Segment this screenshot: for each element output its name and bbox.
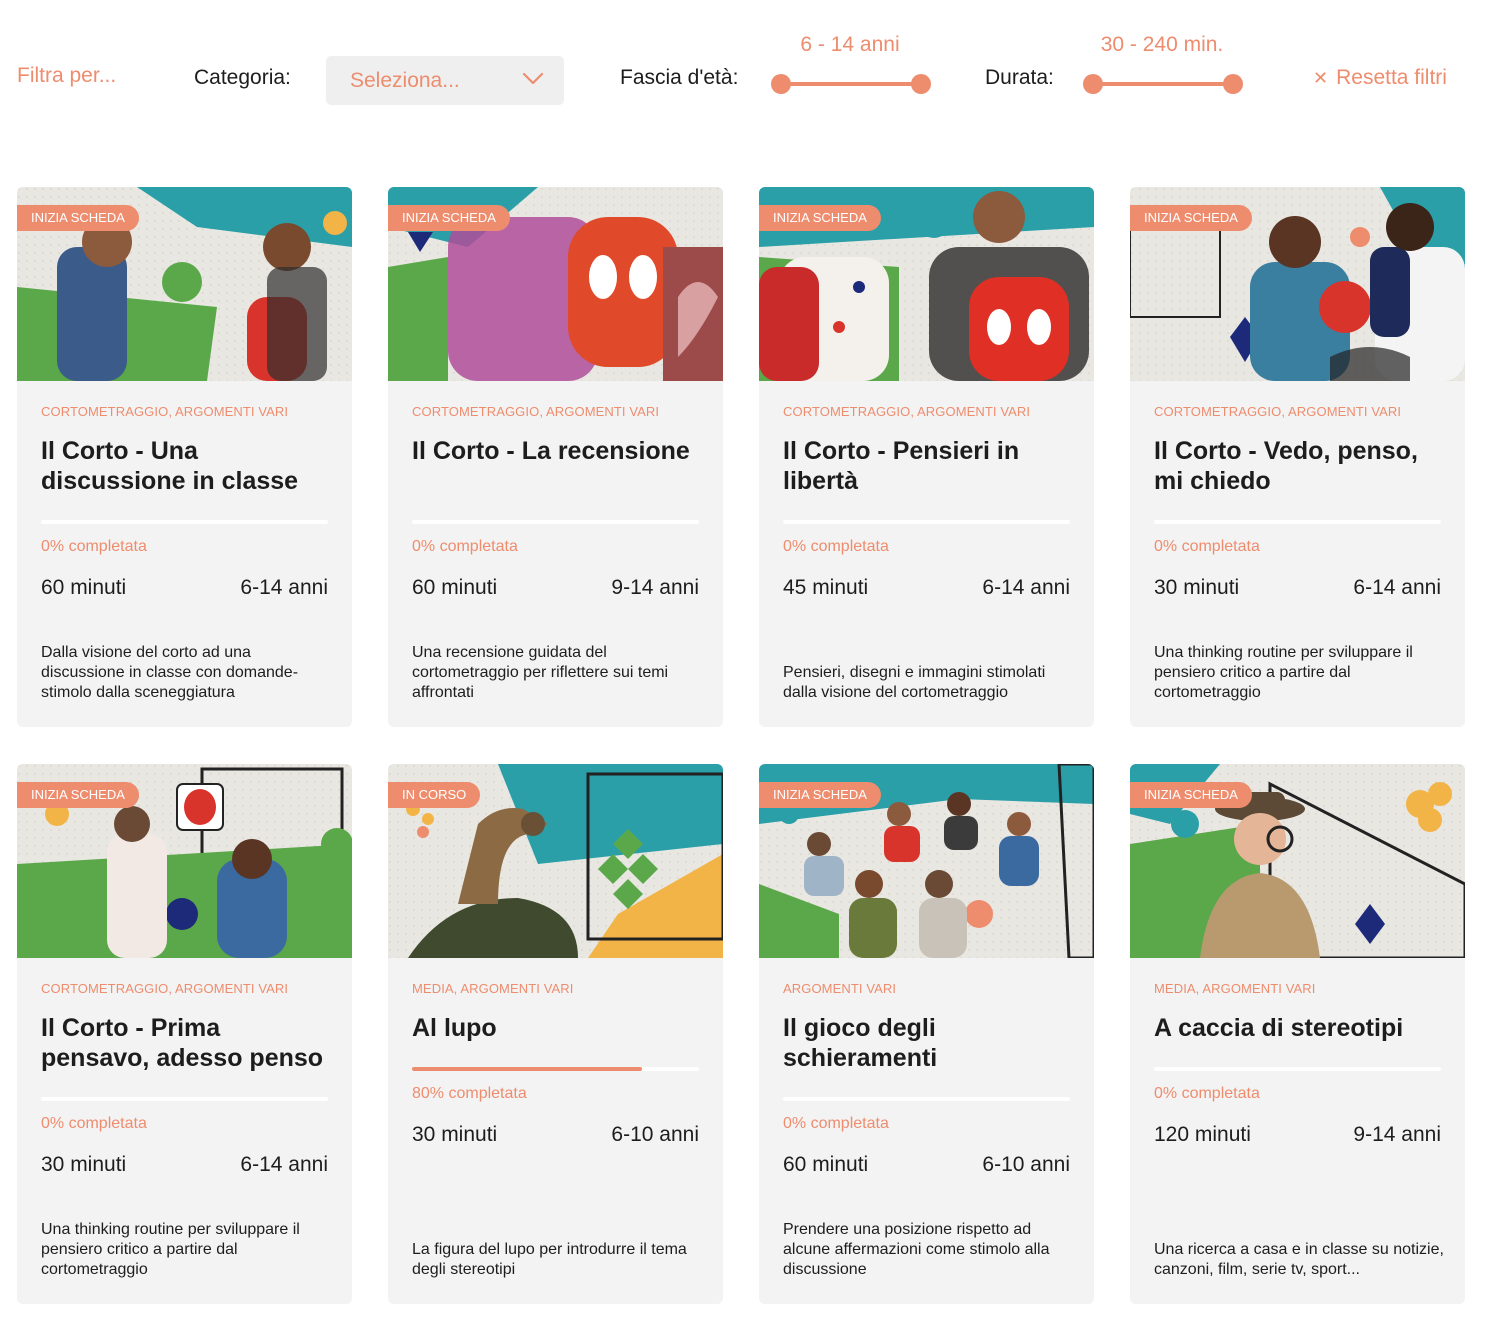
reset-filters-label: Resetta filtri bbox=[1336, 66, 1447, 89]
card-description: Prendere una posizione rispetto ad alcun… bbox=[783, 1221, 1050, 1278]
card-duration: 120 minuti bbox=[1154, 1123, 1251, 1146]
activity-card[interactable]: INIZIA SCHEDA CORTOMETRAGGIO, ARGOMENTI V… bbox=[759, 187, 1094, 727]
progress-bar bbox=[783, 1097, 1070, 1101]
activity-card[interactable]: INIZIA SCHEDA ARGOMENTI VARI Il gioco degl… bbox=[759, 764, 1094, 1304]
activity-card[interactable]: INIZIA SCHEDA CORTOMETRAGGIO, ARGOMENTI V… bbox=[388, 187, 723, 727]
card-age-range: 6-14 anni bbox=[240, 1153, 328, 1176]
card-category: ARGOMENTI VARI bbox=[783, 981, 897, 996]
card-age-range: 6-10 anni bbox=[611, 1123, 699, 1146]
progress-bar bbox=[412, 520, 699, 524]
card-category: CORTOMETRAGGIO, ARGOMENTI VARI bbox=[783, 404, 1031, 419]
duration-slider-max-handle[interactable] bbox=[1223, 74, 1243, 94]
card-age-range: 6-14 anni bbox=[1353, 576, 1441, 599]
duration-range-slider[interactable] bbox=[1083, 72, 1243, 96]
activity-card[interactable]: INIZIA SCHEDA MEDIA, ARGOMENTI VARI A cacc… bbox=[1130, 764, 1465, 1304]
card-title[interactable]: Il Corto - La recensione bbox=[412, 436, 702, 466]
card-age-range: 9-14 anni bbox=[1353, 1123, 1441, 1146]
card-description: La figura del lupo per introdurre il tem… bbox=[412, 1241, 687, 1278]
card-title[interactable]: Il Corto - Vedo, penso, mi chiedo bbox=[1154, 436, 1444, 496]
progress-label: 0% completata bbox=[1154, 1085, 1260, 1102]
activity-card[interactable]: INIZIA SCHEDA CORTOMETRAGGIO, ARGOMENTI V… bbox=[17, 187, 352, 727]
duration-slider-track bbox=[1093, 82, 1233, 86]
progress-bar bbox=[41, 520, 328, 524]
duration-slider-min-handle[interactable] bbox=[1083, 74, 1103, 94]
category-label: Categoria: bbox=[194, 66, 291, 89]
card-age-range: 6-10 anni bbox=[982, 1153, 1070, 1176]
card-category: CORTOMETRAGGIO, ARGOMENTI VARI bbox=[41, 404, 289, 419]
chevron-down-icon bbox=[522, 72, 544, 85]
card-title[interactable]: Il Corto - Pensieri in libertà bbox=[783, 436, 1073, 496]
progress-label: 0% completata bbox=[412, 538, 518, 555]
progress-fill bbox=[412, 1067, 642, 1071]
duration-label: Durata: bbox=[985, 66, 1054, 89]
card-category: MEDIA, ARGOMENTI VARI bbox=[1154, 981, 1316, 996]
card-category: CORTOMETRAGGIO, ARGOMENTI VARI bbox=[1154, 404, 1402, 419]
card-title[interactable]: Il gioco degli schieramenti bbox=[783, 1013, 1073, 1073]
progress-label: 80% completata bbox=[412, 1085, 527, 1102]
card-category: MEDIA, ARGOMENTI VARI bbox=[412, 981, 574, 996]
age-slider-track bbox=[781, 82, 921, 86]
card-description: Pensieri, disegni e immagini stimolati d… bbox=[783, 664, 1046, 701]
card-duration: 30 minuti bbox=[1154, 576, 1240, 599]
card-duration: 30 minuti bbox=[412, 1123, 498, 1146]
card-category: CORTOMETRAGGIO, ARGOMENTI VARI bbox=[412, 404, 660, 419]
progress-label: 0% completata bbox=[783, 538, 889, 555]
close-icon: ✕ bbox=[1313, 68, 1329, 88]
duration-range-value: 30 - 240 min. bbox=[1100, 33, 1224, 56]
card-title[interactable]: Il Corto - Prima pensavo, adesso penso bbox=[41, 1013, 331, 1073]
filter-by-label: Filtra per... bbox=[17, 64, 117, 87]
progress-label: 0% completata bbox=[783, 1115, 889, 1132]
card-title[interactable]: A caccia di stereotipi bbox=[1154, 1013, 1444, 1043]
card-description: Dalla visione del corto ad una discussio… bbox=[41, 644, 299, 701]
card-title[interactable]: Al lupo bbox=[412, 1013, 702, 1043]
age-range-slider[interactable] bbox=[771, 72, 931, 96]
card-duration: 60 minuti bbox=[41, 576, 127, 599]
card-description: Una thinking routine per sviluppare il p… bbox=[41, 1221, 300, 1278]
card-title[interactable]: Il Corto - Una discussione in classe bbox=[41, 436, 331, 496]
age-range-label: Fascia d'età: bbox=[620, 66, 739, 89]
age-slider-min-handle[interactable] bbox=[771, 74, 791, 94]
progress-bar bbox=[41, 1097, 328, 1101]
progress-label: 0% completata bbox=[1154, 538, 1260, 555]
category-select-value: Seleziona... bbox=[350, 69, 460, 92]
filter-bar: Filtra per... Categoria: Seleziona... Fa… bbox=[0, 0, 1500, 140]
card-duration: 45 minuti bbox=[783, 576, 869, 599]
reset-filters-button[interactable]: ✕ Resetta filtri bbox=[1313, 66, 1447, 90]
card-duration: 60 minuti bbox=[412, 576, 498, 599]
age-slider-max-handle[interactable] bbox=[911, 74, 931, 94]
activity-card[interactable]: INIZIA SCHEDA CORTOMETRAGGIO, ARGOMENTI V… bbox=[17, 764, 352, 1304]
activity-card[interactable]: INIZIA SCHEDA CORTOMETRAGGIO, ARGOMENTI V… bbox=[1130, 187, 1465, 727]
card-age-range: 6-14 anni bbox=[240, 576, 328, 599]
card-description: Una thinking routine per sviluppare il p… bbox=[1154, 644, 1413, 701]
card-description: Una ricerca a casa e in classe su notizi… bbox=[1154, 1241, 1444, 1278]
progress-label: 0% completata bbox=[41, 1115, 147, 1132]
card-category: CORTOMETRAGGIO, ARGOMENTI VARI bbox=[41, 981, 289, 996]
progress-bar bbox=[412, 1067, 699, 1071]
card-duration: 30 minuti bbox=[41, 1153, 127, 1176]
activity-card[interactable]: IN CORSO MEDIA, ARGOMENTI VARI Al lupo 80% … bbox=[388, 764, 723, 1304]
progress-bar bbox=[783, 520, 1070, 524]
card-description: Una recensione guidata del cortometraggi… bbox=[412, 644, 669, 701]
card-age-range: 9-14 anni bbox=[611, 576, 699, 599]
progress-bar bbox=[1154, 1067, 1441, 1071]
card-age-range: 6-14 anni bbox=[982, 576, 1070, 599]
age-range-value: 6 - 14 anni bbox=[800, 33, 900, 56]
card-duration: 60 minuti bbox=[783, 1153, 869, 1176]
category-select[interactable]: Seleziona... bbox=[326, 56, 564, 105]
progress-label: 0% completata bbox=[41, 538, 147, 555]
progress-bar bbox=[1154, 520, 1441, 524]
